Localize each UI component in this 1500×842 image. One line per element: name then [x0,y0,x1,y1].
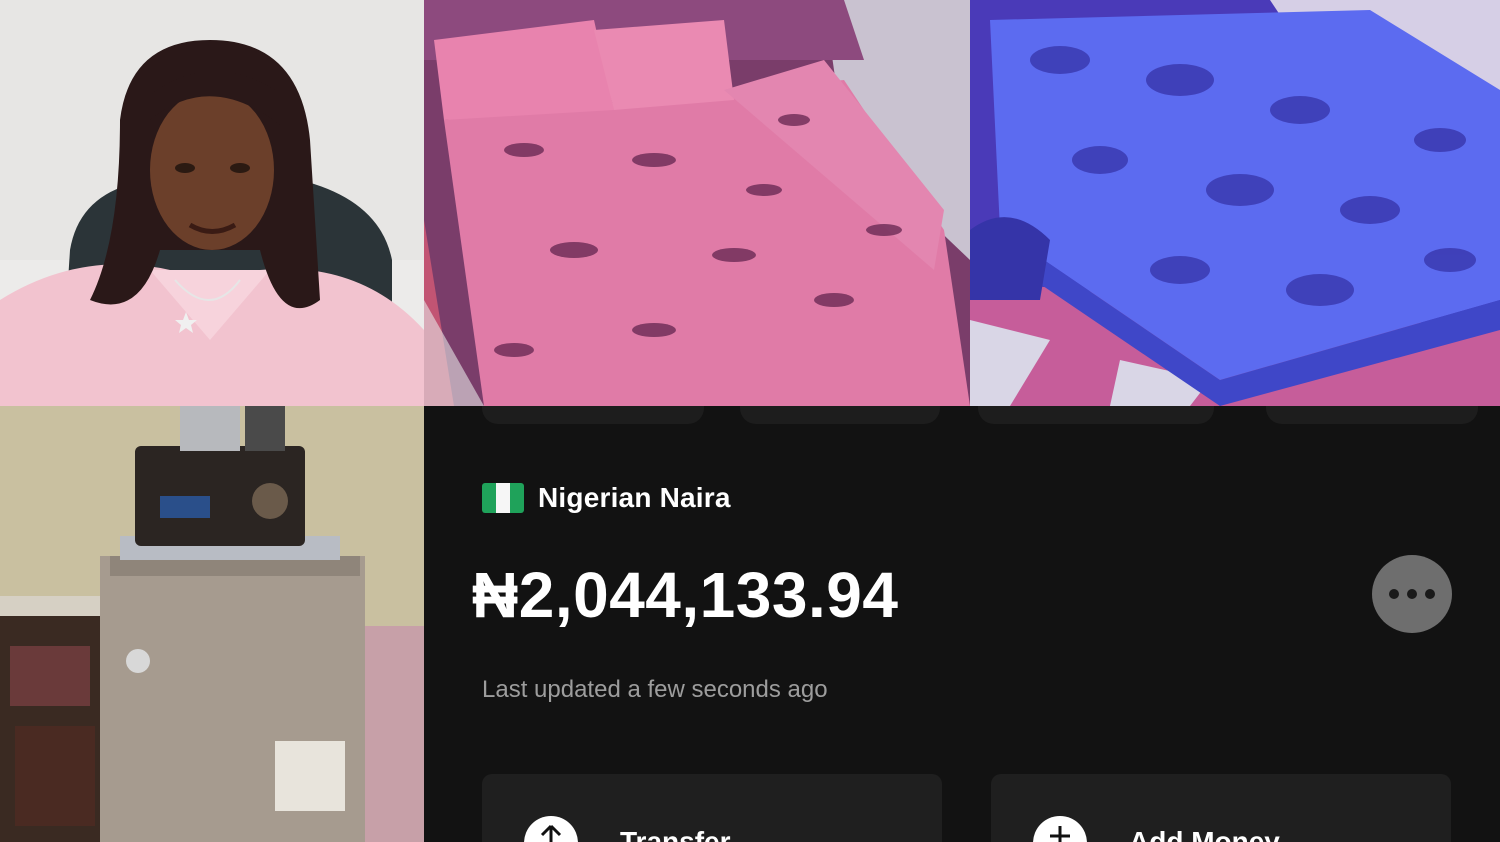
currency-selector[interactable]: Nigerian Naira [482,482,731,514]
tab-chip[interactable] [740,406,940,424]
more-options-button[interactable] [1372,555,1452,633]
arrow-up-icon [524,816,578,842]
balance-amount: ₦2,044,133.94 [472,559,899,631]
pink-bed-photo [424,0,970,406]
tab-strip [424,406,1500,426]
blue-bed-photo [970,0,1500,406]
transfer-label: Transfer [620,826,731,842]
add-money-label: Add Money [1129,826,1280,842]
nigeria-flag-icon [482,483,524,513]
currency-name: Nigerian Naira [538,482,731,513]
tab-chip[interactable] [482,406,704,424]
blender-and-fridge-photo [0,406,424,842]
tab-chip[interactable] [978,406,1214,424]
tab-chip[interactable] [1266,406,1478,424]
transfer-button[interactable]: Transfer [482,774,942,842]
plus-icon [1033,816,1087,842]
last-updated-text: Last updated a few seconds ago [482,676,828,703]
add-money-button[interactable]: Add Money [991,774,1451,842]
portrait-photo [0,0,424,406]
more-dots-icon [1389,589,1435,599]
wallet-panel: Nigerian Naira ₦2,044,133.94 Last update… [424,406,1500,842]
